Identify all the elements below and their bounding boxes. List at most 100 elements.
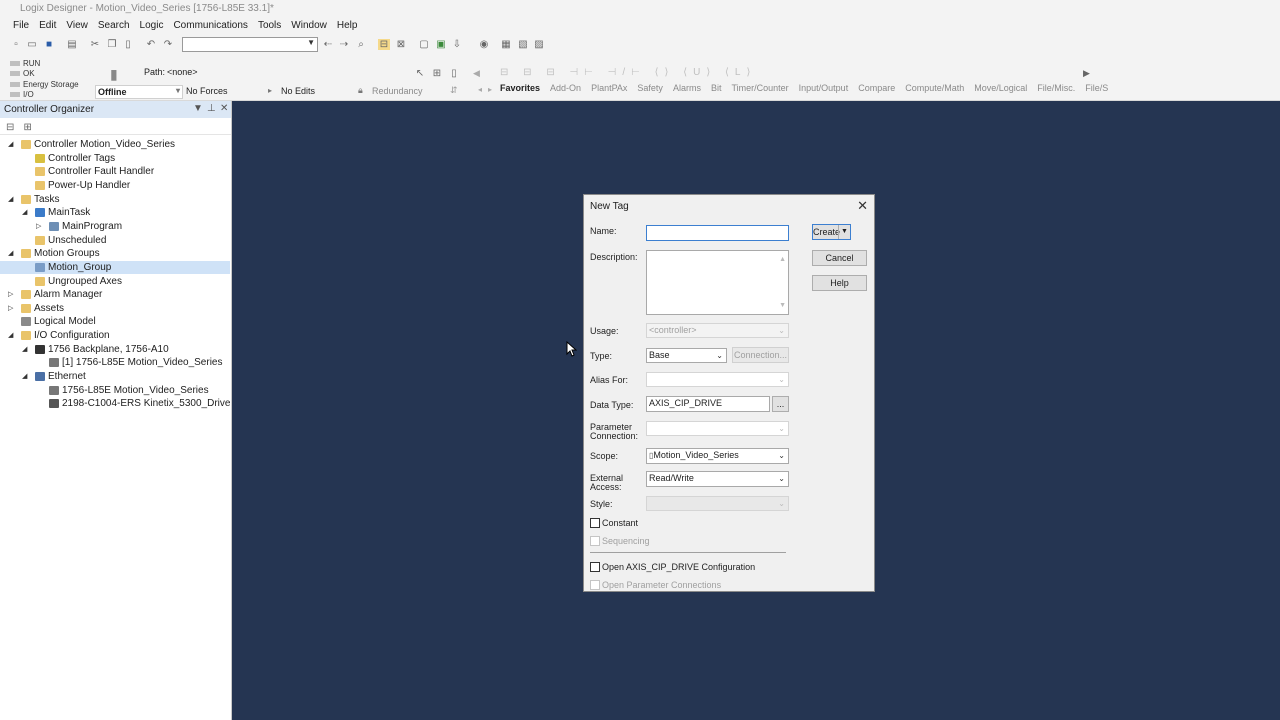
tree-item[interactable]: Motion_Group (0, 260, 230, 274)
tool-a-icon[interactable]: ▦ (500, 39, 512, 50)
new-project-icon[interactable]: ▫ (10, 39, 22, 50)
collapse-arrow-icon[interactable]: ◢ (8, 138, 16, 151)
who-active-icon[interactable]: ◉ (478, 39, 490, 50)
verify-icon[interactable]: ⊟ (378, 39, 390, 50)
open-configuration-checkbox[interactable] (590, 562, 600, 572)
menu-help[interactable]: Help (332, 18, 363, 35)
forces-status[interactable]: No Forces ▸ (186, 86, 274, 96)
controller-icon[interactable]: ▯ (448, 68, 460, 79)
tree-item[interactable]: Controller Fault Handler (0, 165, 230, 178)
tab-compute-math[interactable]: Compute/Math (905, 83, 964, 93)
parameter-connection-select[interactable]: ⌄ (646, 421, 789, 436)
tab-timer-counter[interactable]: Timer/Counter (731, 83, 788, 93)
tab-move-logical[interactable]: Move/Logical (974, 83, 1027, 93)
tab-file-misc[interactable]: File/Misc. (1037, 83, 1075, 93)
download-icon[interactable]: ⇩ (451, 39, 463, 50)
paste-icon[interactable]: ▯ (122, 39, 134, 50)
undo-icon[interactable]: ↶ (145, 39, 157, 50)
tree-item[interactable]: ◢ Ethernet (0, 370, 230, 383)
scroll-right-icon[interactable]: ▶ (1083, 68, 1090, 79)
tab-favorites[interactable]: Favorites (500, 83, 540, 93)
help-button[interactable]: Help (812, 275, 867, 291)
create-button[interactable]: Create ▼ (812, 224, 851, 240)
tree-item[interactable]: ◢ MainTask (0, 206, 230, 219)
expand-arrow-icon[interactable]: ▷ (8, 288, 16, 301)
tab-input-output[interactable]: Input/Output (799, 83, 849, 93)
cut-icon[interactable]: ✂ (89, 39, 101, 50)
menu-communications[interactable]: Communications (168, 18, 252, 35)
collapse-arrow-icon[interactable]: ◢ (22, 206, 30, 219)
alias-for-select[interactable]: ⌄ (646, 372, 789, 387)
collapse-all-icon[interactable]: ⊟ (6, 122, 14, 133)
tree-item[interactable]: ▷ MainProgram (0, 220, 230, 233)
cancel-button[interactable]: Cancel (812, 250, 867, 266)
print-icon[interactable]: ▤ (66, 39, 78, 50)
tab-alarms[interactable]: Alarms (673, 83, 701, 93)
tree-item[interactable]: Unscheduled (0, 234, 230, 247)
expand-arrow-icon[interactable]: ▷ (36, 220, 44, 233)
tree-item[interactable]: ◢ Tasks (0, 193, 230, 206)
tree-item[interactable]: Controller Tags (0, 152, 230, 165)
cross-reference-icon[interactable]: ▢ (418, 39, 430, 50)
menu-edit[interactable]: Edit (34, 18, 61, 35)
tree-item[interactable]: ◢ 1756 Backplane, 1756-A10 (0, 343, 230, 356)
expand-arrow-icon[interactable]: ▷ (8, 302, 16, 315)
save-icon[interactable]: ■ (43, 39, 55, 50)
data-type-input[interactable]: AXIS_CIP_DRIVE (646, 396, 770, 412)
search-combo[interactable]: ▼ (182, 37, 318, 52)
controller-mode[interactable]: Offline ▾ (95, 85, 183, 99)
edits-status[interactable]: No Edits (281, 86, 315, 96)
menu-file[interactable]: File (8, 18, 34, 35)
redundancy-status[interactable]: Redundancy (372, 86, 423, 96)
expand-all-icon[interactable]: ⊞ (23, 122, 31, 133)
menu-search[interactable]: Search (93, 18, 135, 35)
open-project-icon[interactable]: ▭ (26, 39, 38, 50)
constant-checkbox[interactable] (590, 518, 600, 528)
tool-b-icon[interactable]: ▧ (517, 39, 529, 50)
tree-item[interactable]: ◢ Motion Groups (0, 247, 230, 260)
data-type-browse-button[interactable]: ... (772, 396, 789, 412)
tree-item[interactable]: 1756-L85E Motion_Video_Series (0, 384, 230, 397)
tree-item[interactable]: Logical Model (0, 315, 230, 328)
tree-item[interactable]: Power-Up Handler (0, 179, 230, 192)
collapse-arrow-icon[interactable]: ◢ (8, 193, 16, 206)
tab-compare[interactable]: Compare (858, 83, 895, 93)
collapse-arrow-icon[interactable]: ◢ (8, 247, 16, 260)
tree-item[interactable]: 2198-C1004-ERS Kinetix_5300_Drive (0, 397, 230, 410)
scope-select[interactable]: ▯Motion_Video_Series ⌄ (646, 448, 789, 464)
ladder-elements-strip[interactable]: ⊟ ⊟ ⊟ ⊣⊢ ⊣/⊢ ⟨⟩ ⟨U⟩ ⟨L⟩ (500, 67, 756, 78)
menu-window[interactable]: Window (286, 18, 332, 35)
tree-item[interactable]: ▷ Assets (0, 302, 230, 315)
tab-add-on[interactable]: Add-On (550, 83, 581, 93)
browse-logic-icon[interactable]: ▣ (435, 39, 447, 50)
scroll-left-icon[interactable]: ◀ (473, 68, 480, 79)
tree-item[interactable]: Ungrouped Axes (0, 275, 230, 288)
collapse-arrow-icon[interactable]: ◢ (22, 343, 30, 356)
close-icon[interactable]: ✕ (857, 198, 868, 214)
dropdown-icon[interactable]: ▼ (193, 103, 203, 114)
tab-plantpax[interactable]: PlantPAx (591, 83, 627, 93)
tab-bit[interactable]: Bit (711, 83, 722, 93)
tab-file-shift[interactable]: File/S (1085, 83, 1108, 93)
path-value[interactable]: <none> (167, 67, 198, 77)
tree-item[interactable]: ◢ I/O Configuration (0, 329, 230, 342)
name-input[interactable] (646, 225, 789, 241)
tabs-scroll-left-icon[interactable]: ◂ (478, 85, 482, 94)
menu-view[interactable]: View (61, 18, 93, 35)
pin-icon[interactable]: ⊥ (207, 103, 216, 114)
external-access-select[interactable]: Read/Write ⌄ (646, 471, 789, 487)
collapse-arrow-icon[interactable]: ◢ (22, 370, 30, 383)
description-textarea[interactable]: ▲ ▼ (646, 250, 789, 315)
copy-icon[interactable]: ❐ (106, 39, 118, 50)
verify-all-icon[interactable]: ⊠ (395, 39, 407, 50)
tree-item[interactable]: ◢ Controller Motion_Video_Series (0, 138, 230, 151)
tree-item[interactable]: [1] 1756-L85E Motion_Video_Series (0, 356, 230, 369)
menu-tools[interactable]: Tools (253, 18, 286, 35)
select-recent-path-icon[interactable]: ↖ (414, 68, 426, 79)
find-prev-icon[interactable]: ⇠ (322, 39, 334, 50)
type-select[interactable]: Base ⌄ (646, 348, 727, 363)
create-dropdown-icon[interactable]: ▼ (838, 225, 850, 239)
connection-button[interactable]: Connection... (732, 347, 789, 363)
close-icon[interactable]: ✕ (220, 103, 228, 114)
tool-c-icon[interactable]: ▨ (533, 39, 545, 50)
